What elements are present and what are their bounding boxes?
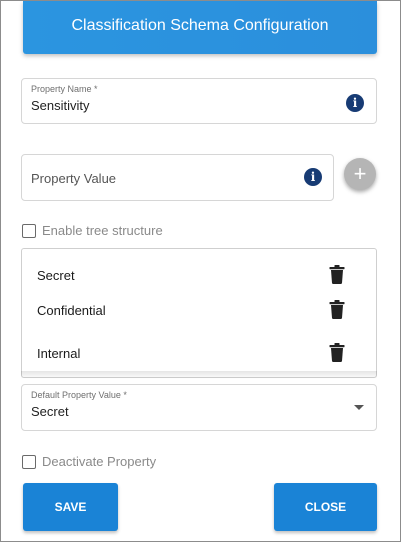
trash-icon[interactable]: [329, 343, 345, 362]
deactivate-label: Deactivate Property: [42, 454, 157, 469]
dialog-title: Classification Schema Configuration: [71, 17, 329, 34]
property-value-input[interactable]: Property Value: [31, 171, 116, 186]
info-icon[interactable]: i: [304, 168, 322, 186]
save-button[interactable]: SAVE: [23, 483, 118, 531]
dialog-header: Classification Schema Configuration: [23, 1, 377, 54]
list-item: Secret: [22, 261, 376, 291]
enable-tree-checkbox[interactable]: [22, 224, 36, 238]
list-divider-shadow: [21, 371, 377, 379]
default-value-label: Default Property Value *: [31, 390, 127, 400]
list-item-label: Confidential: [37, 303, 106, 318]
list-item: Internal: [22, 339, 376, 369]
close-button[interactable]: CLOSE: [274, 483, 377, 531]
add-value-button[interactable]: +: [344, 158, 376, 190]
trash-icon[interactable]: [329, 300, 345, 319]
deactivate-checkbox[interactable]: [22, 455, 36, 469]
property-name-value[interactable]: Sensitivity: [31, 98, 90, 113]
chevron-down-icon[interactable]: [354, 405, 364, 410]
list-item-label: Secret: [37, 268, 75, 283]
property-value-field[interactable]: Property Value i: [21, 154, 334, 201]
list-item: Confidential: [22, 296, 376, 326]
property-name-label: Property Name *: [31, 84, 98, 94]
default-value-selected: Secret: [31, 404, 69, 419]
enable-tree-label: Enable tree structure: [42, 223, 163, 238]
property-name-field[interactable]: Property Name * Sensitivity i: [21, 78, 377, 124]
list-item-label: Internal: [37, 346, 81, 361]
trash-icon[interactable]: [329, 265, 345, 284]
property-values-list: Secret Confidential Internal: [21, 248, 377, 378]
dialog: Classification Schema Configuration Prop…: [0, 0, 401, 542]
info-icon[interactable]: i: [346, 94, 364, 112]
plus-icon: +: [353, 161, 367, 186]
default-property-value-select[interactable]: Default Property Value * Secret: [21, 384, 377, 431]
